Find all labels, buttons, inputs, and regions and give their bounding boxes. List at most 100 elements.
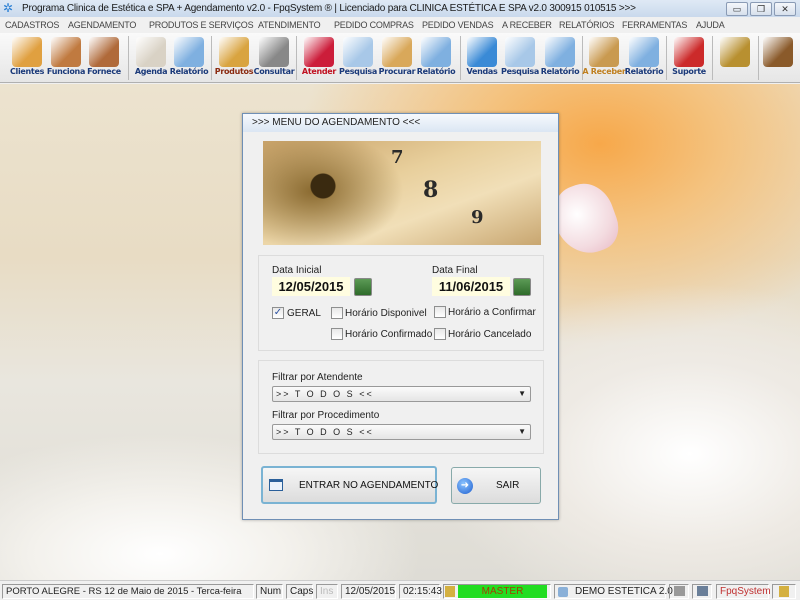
toolbar-button-fornece[interactable]: Fornece <box>84 35 124 81</box>
chevron-down-icon: ▼ <box>518 427 526 436</box>
report-icon <box>174 37 204 67</box>
report-icon <box>629 37 659 67</box>
minimize-button[interactable]: ▭ <box>726 2 748 16</box>
supplier-icon <box>89 37 119 67</box>
checkbox-horario-a-confirmar[interactable] <box>434 306 446 318</box>
checkbox-horario-disponivel[interactable] <box>331 307 343 319</box>
printer-icon[interactable] <box>669 584 689 599</box>
calendar-number: 9 <box>471 207 484 228</box>
toolbar-button-exit[interactable] <box>758 35 798 81</box>
toolbar-button-consultar[interactable]: Consultar <box>254 35 295 81</box>
user-icon <box>445 586 455 597</box>
money-bag-icon <box>589 37 619 67</box>
menu-pedido-vendas[interactable]: PEDIDO VENDAS <box>422 17 494 33</box>
database-icon <box>558 587 568 597</box>
support-icon <box>674 37 704 67</box>
status-caps: Caps <box>286 584 313 599</box>
arrow-right-icon: ➜ <box>457 478 473 494</box>
calendar-number: 8 <box>423 177 439 203</box>
status-date: 12/05/2015 <box>341 584 396 599</box>
checkbox-label: GERAL <box>287 308 321 319</box>
calendar-picker-icon[interactable] <box>513 278 531 296</box>
menu-ajuda[interactable]: AJUDA <box>696 17 725 33</box>
procedimento-dropdown[interactable]: >> T O D O S << ▼ <box>272 424 531 440</box>
filter-group: Filtrar por Atendente >> T O D O S << ▼ F… <box>258 360 544 454</box>
checkbox-label: Horário Confirmado <box>345 329 433 340</box>
menu-bar: CADASTROS AGENDAMENTO PRODUTOS E SERVIÇOS A… <box>0 17 800 33</box>
data-inicial-input[interactable]: 12/05/2015 <box>272 277 350 296</box>
status-ins: Ins <box>316 584 338 599</box>
toolbar-label: Relatório <box>416 67 456 76</box>
checkbox-geral[interactable]: ✓ <box>272 307 284 319</box>
search-doc-icon <box>343 37 373 67</box>
user-name: MASTER <box>458 585 547 598</box>
menu-pedido-compras[interactable]: PEDIDO COMPRAS <box>334 17 414 33</box>
data-final-label: Data Final <box>432 265 478 276</box>
date-group: Data Inicial 12/05/2015 Data Final 11/06… <box>258 255 544 351</box>
exit-icon <box>763 37 793 67</box>
menu-agendamento[interactable]: AGENDAMENTO <box>68 17 136 33</box>
status-user: MASTER <box>443 584 551 599</box>
atendente-dropdown[interactable]: >> T O D O S << ▼ <box>272 386 531 402</box>
status-location: PORTO ALEGRE - RS 12 de Maio de 2015 - T… <box>2 584 254 599</box>
data-final-input[interactable]: 11/06/2015 <box>432 277 510 296</box>
barcode-icon <box>259 37 289 67</box>
checkbox-horario-cancelado[interactable] <box>434 328 446 340</box>
monitor-icon <box>467 37 497 67</box>
status-num: Num <box>256 584 283 599</box>
atendente-label: Filtrar por Atendente <box>272 372 363 383</box>
menu-ferramentas[interactable]: FERRAMENTAS <box>622 17 687 33</box>
employees-icon <box>51 37 81 67</box>
status-brand: FpqSystem <box>716 584 771 599</box>
data-inicial-label: Data Inicial <box>272 265 322 276</box>
toolbar-button-suporte[interactable]: Suporte <box>669 35 709 81</box>
menu-atendimento[interactable]: ATENDIMENTO <box>258 17 321 33</box>
status-bar: PORTO ALEGRE - RS 12 de Maio de 2015 - T… <box>0 580 800 600</box>
procedimento-value: >> T O D O S << <box>276 427 374 437</box>
agendamento-dialog: >>> MENU DO AGENDAMENTO <<< 7 8 9 Data I… <box>242 113 559 520</box>
boxes-icon <box>219 37 249 67</box>
dialog-title: >>> MENU DO AGENDAMENTO <<< <box>243 114 558 132</box>
calendar-picker-icon[interactable] <box>354 278 372 296</box>
window-icon <box>269 479 283 491</box>
restore-button[interactable]: ❐ <box>750 2 772 16</box>
exit-button[interactable]: ➜ SAIR <box>451 467 541 504</box>
checkbox-label: Horário Cancelado <box>448 329 532 340</box>
network-icon[interactable] <box>692 584 712 599</box>
window-title: Programa Clinica de Estética e SPA + Age… <box>22 3 636 14</box>
title-bar: Programa Clinica de Estética e SPA + Age… <box>0 0 800 17</box>
calendar-image: 7 8 9 <box>263 141 541 245</box>
status-company: DEMO ESTETICA 2.0 <box>554 584 673 599</box>
company-name: DEMO ESTETICA 2.0 <box>575 586 673 597</box>
clients-icon <box>12 37 42 67</box>
calendar-number: 7 <box>391 147 404 168</box>
toolbar: Clientes Funciona Fornece Agenda Relatório Pr… <box>0 33 800 83</box>
menu-cadastros[interactable]: CADASTROS <box>5 17 59 33</box>
file-drawer-icon <box>382 37 412 67</box>
app-icon: ✲ <box>3 1 14 15</box>
menu-produtos-e-servi-os[interactable]: PRODUTOS E SERVIÇOS <box>149 17 254 33</box>
checkbox-label: Horário a Confirmar <box>448 307 536 318</box>
checkbox-label: Horário Disponivel <box>345 308 427 319</box>
status-time: 02:15:43 <box>399 584 442 599</box>
calendar-clock-icon <box>136 37 166 67</box>
menu-relat-rios[interactable]: RELATÓRIOS <box>559 17 615 33</box>
toolbar-button-relat-rio[interactable]: Relatório <box>624 35 664 81</box>
toolbar-button-coin[interactable] <box>715 35 755 81</box>
toolbar-label: Suporte <box>672 67 706 76</box>
close-button[interactable]: ✕ <box>774 2 796 16</box>
toolbar-button-relat-rio[interactable]: Relatório <box>169 35 209 81</box>
checkbox-horario-confirmado[interactable] <box>331 328 343 340</box>
exit-button-label: SAIR <box>496 480 520 491</box>
search-doc-icon <box>505 37 535 67</box>
enter-button-label: ENTRAR NO AGENDAMENTO <box>299 480 439 491</box>
menu-a-receber[interactable]: A RECEBER <box>502 17 552 33</box>
coin-icon <box>720 37 750 67</box>
toolbar-button-relat-rio[interactable]: Relatório <box>416 35 456 81</box>
chevron-down-icon: ▼ <box>518 389 526 398</box>
toolbar-button-relat-rio[interactable]: Relatório <box>540 35 580 81</box>
enter-agendamento-button[interactable]: ENTRAR NO AGENDAMENTO <box>261 466 439 504</box>
atendente-value: >> T O D O S << <box>276 389 374 399</box>
user-icon <box>772 584 796 599</box>
toolbar-label: Fornece <box>87 67 121 76</box>
